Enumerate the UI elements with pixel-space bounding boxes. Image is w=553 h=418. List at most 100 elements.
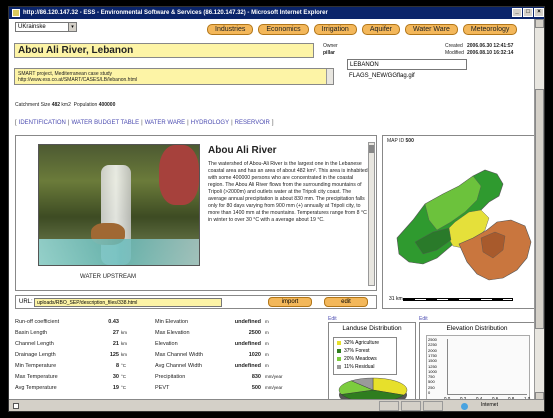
- param-unit: km: [121, 352, 127, 357]
- param-unit: km: [121, 341, 127, 346]
- scroll-up-button[interactable]: [535, 19, 544, 28]
- description-panel: WATER UPSTREAM Abou Ali River The waters…: [15, 135, 377, 291]
- legend-label: 37% Forest: [344, 348, 370, 354]
- maximize-button[interactable]: □: [523, 8, 533, 17]
- owner-label: Owner: [323, 43, 338, 49]
- description-text: The watershed of Abou-Ali River is the l…: [208, 161, 368, 223]
- param-unit: m: [265, 330, 269, 335]
- legend-label: 20% Meadows: [344, 356, 377, 362]
- param-unit: m: [265, 341, 269, 346]
- tab-water-ware[interactable]: Water Ware: [405, 24, 458, 35]
- param-label: Avg Channel Width: [155, 363, 202, 369]
- url-input[interactable]: uploads/RBO_SEP/description_files/338.ht…: [34, 298, 222, 307]
- scroll-thumb[interactable]: [535, 89, 544, 329]
- param-label: Avg Temperature: [15, 385, 57, 391]
- param-unit: °C: [121, 363, 127, 368]
- landuse-title: Landuse Distribution: [342, 325, 402, 332]
- param-label: Min Elevation: [155, 319, 189, 325]
- description-title: Abou Ali River: [208, 145, 277, 156]
- country-field[interactable]: LEBANON: [347, 59, 467, 70]
- legend-swatch: [337, 340, 341, 345]
- elevation-title: Elevation Distribution: [446, 325, 508, 332]
- link-water-budget-table[interactable]: WATER BUDGET TABLE: [71, 120, 139, 126]
- window-title: http://86.120.147.32 - ESS - Environment…: [23, 10, 328, 16]
- param-unit: m: [265, 363, 269, 368]
- status-cell: [379, 401, 399, 411]
- param-value: 19: [112, 385, 119, 391]
- photo-caption: WATER UPSTREAM: [80, 274, 137, 280]
- param-label: PEVT: [155, 385, 170, 391]
- legend-label: 32% Agriculture: [344, 340, 380, 346]
- status-bar: Internet: [9, 399, 544, 411]
- param-unit: m: [265, 352, 269, 357]
- minimize-button[interactable]: _: [512, 8, 522, 17]
- nav-tabs: Industries Economics Irrigation Aquifer …: [207, 24, 518, 35]
- page-scrollbar[interactable]: [534, 19, 544, 401]
- created-value: 2006.06.30 12:41:57: [467, 43, 514, 49]
- tab-industries[interactable]: Industries: [207, 24, 254, 35]
- map-id-label: MAP ID: [387, 138, 405, 144]
- elevation-panel: Elevation Distribution 2500 2250 2000 1750 1…: [419, 322, 535, 401]
- link-hydrology[interactable]: HYDROLOGY: [191, 120, 229, 126]
- landuse-pie-chart: [338, 377, 408, 401]
- language-select[interactable]: UKrainske ▾: [15, 22, 77, 32]
- param-unit: m: [265, 319, 269, 324]
- legend-swatch: [337, 348, 341, 353]
- country-value: LEBANON: [350, 62, 379, 68]
- description-scrollbar[interactable]: [368, 142, 375, 286]
- created-label: Created: [445, 43, 463, 49]
- catchment-stats: Catchment Size 482 km2 Population 400000: [15, 102, 115, 108]
- river-photo: [38, 144, 200, 266]
- modified-label: Modified: [445, 50, 464, 56]
- param-unit: °C: [121, 385, 127, 390]
- map-scale-bar: [403, 298, 513, 301]
- project-description-field[interactable]: SMART project, Mediterranean case study …: [14, 68, 334, 85]
- landuse-panel: Landuse Distribution 32% Agriculture 37%…: [328, 322, 416, 401]
- param-label: Drainage Length: [15, 352, 56, 358]
- param-unit: mm/year: [265, 385, 283, 390]
- link-water-ware[interactable]: WATER WARE: [145, 120, 185, 126]
- y-tick-label: 2250: [428, 342, 437, 348]
- param-label: Precipitation: [155, 374, 186, 380]
- catchment-label: Catchment Size: [15, 102, 51, 108]
- param-value: 830: [251, 374, 261, 380]
- owner-value: pillar: [323, 50, 335, 56]
- tab-aquifer[interactable]: Aquifer: [361, 24, 401, 35]
- tab-meteorology[interactable]: Meteorology: [462, 24, 518, 35]
- map-id-value: 500: [405, 138, 414, 144]
- param-value: undefined: [234, 341, 261, 347]
- y-tick-label: 1750: [428, 352, 437, 358]
- close-button[interactable]: ×: [534, 8, 544, 17]
- elevation-chart: 25002250200017501500125010007505002500 0…: [426, 335, 530, 401]
- link-identification[interactable]: IDENTIFICATION: [19, 120, 66, 126]
- param-label: Run-off coefficient: [15, 319, 60, 325]
- legend-swatch: [337, 356, 341, 361]
- map-id: MAP ID 500: [387, 138, 414, 144]
- project-line-2: http://www.ess.co.at/SMART/CASES/LB/leba…: [18, 77, 138, 83]
- browser-window: http://86.120.147.32 - ESS - Environment…: [8, 6, 545, 412]
- edit-button[interactable]: edit: [324, 297, 368, 307]
- page-title[interactable]: Abou Ali River, Lebanon: [14, 43, 314, 58]
- import-button[interactable]: import: [268, 297, 312, 307]
- catchment-value: 482: [51, 102, 61, 108]
- population-label: Population: [73, 102, 98, 108]
- param-label: Channel Length: [15, 341, 54, 347]
- flag-file-field: FLAGS_NEW/GGflag.gif: [347, 71, 467, 82]
- legend-swatch: [337, 364, 341, 369]
- tab-irrigation[interactable]: Irrigation: [313, 24, 357, 35]
- project-field-scrollbar[interactable]: [326, 69, 333, 84]
- param-value: 500: [251, 385, 261, 391]
- param-value: 1020: [248, 352, 261, 358]
- y-tick-label: 0: [428, 390, 431, 395]
- param-label: Max Temperature: [15, 374, 58, 380]
- title-bar: http://86.120.147.32 - ESS - Environment…: [9, 7, 544, 19]
- chevron-down-icon[interactable]: ▾: [68, 23, 76, 31]
- param-unit: km: [121, 330, 127, 335]
- y-tick-label: 750: [428, 374, 435, 380]
- link-reservoir[interactable]: RESERVOIR: [235, 120, 270, 126]
- param-value: 27: [112, 330, 119, 336]
- tab-economics[interactable]: Economics: [258, 24, 309, 35]
- param-value: 2500: [248, 330, 261, 336]
- catchment-map[interactable]: [385, 146, 535, 296]
- param-label: Elevation: [155, 341, 178, 347]
